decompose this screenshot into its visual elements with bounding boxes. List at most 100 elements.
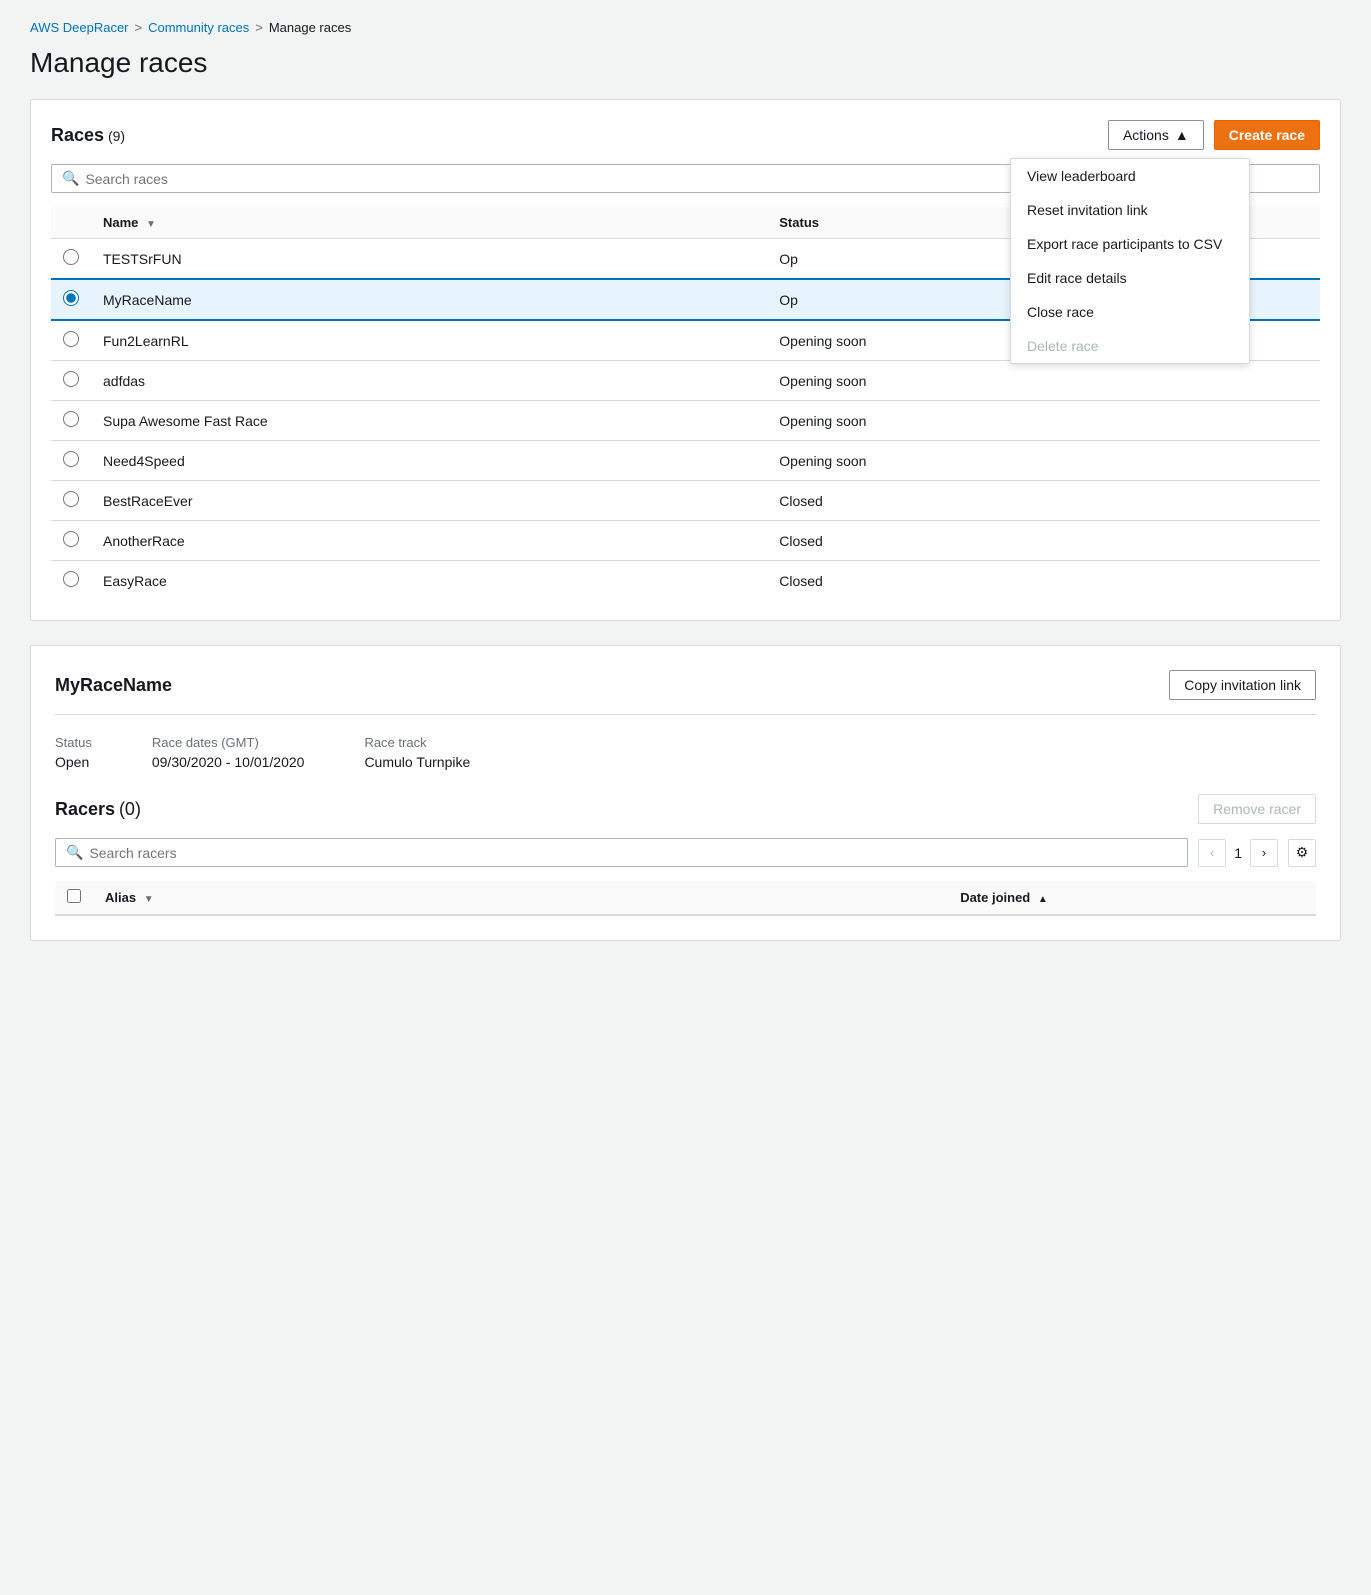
- row-radio-cell: [51, 481, 91, 521]
- pagination: ‹ 1 ›: [1198, 839, 1278, 867]
- dropdown-delete-race: Delete race: [1011, 329, 1249, 363]
- breadcrumb-sep2: >: [255, 20, 263, 35]
- row-name: adfdas: [91, 361, 767, 401]
- copy-invitation-button[interactable]: Copy invitation link: [1169, 670, 1316, 700]
- row-radio[interactable]: [63, 290, 79, 306]
- racers-count: (0): [119, 799, 141, 819]
- actions-button[interactable]: Actions ▲: [1108, 120, 1204, 150]
- alias-sort-icon: ▼: [144, 894, 154, 905]
- row-name: MyRaceName: [91, 279, 767, 320]
- detail-meta: Status Open Race dates (GMT) 09/30/2020 …: [55, 735, 1316, 770]
- col-alias-header[interactable]: Alias ▼: [93, 881, 948, 915]
- row-status: Opening soon: [767, 401, 1320, 441]
- actions-arrow-icon: ▲: [1175, 127, 1189, 143]
- row-radio-cell: [51, 521, 91, 561]
- races-card-title: Races (9): [51, 125, 125, 146]
- table-row[interactable]: AnotherRaceClosed: [51, 521, 1320, 561]
- pagination-next[interactable]: ›: [1250, 839, 1278, 867]
- racers-search-input[interactable]: [89, 845, 1177, 861]
- racers-header: Racers (0) Remove racer: [55, 794, 1316, 824]
- row-radio-cell: [51, 279, 91, 320]
- row-radio-cell: [51, 401, 91, 441]
- row-name: Fun2LearnRL: [91, 320, 767, 361]
- racers-search-icon: 🔍: [66, 844, 83, 861]
- meta-track: Race track Cumulo Turnpike: [364, 735, 470, 770]
- col-checkbox-header: [55, 881, 93, 915]
- dates-label: Race dates (GMT): [152, 735, 305, 750]
- status-value: Open: [55, 754, 89, 770]
- page-number: 1: [1234, 845, 1242, 861]
- table-row[interactable]: Need4SpeedOpening soon: [51, 441, 1320, 481]
- racers-title: Racers: [55, 799, 115, 819]
- breadcrumb-sep1: >: [135, 20, 143, 35]
- row-radio-cell: [51, 441, 91, 481]
- settings-button[interactable]: ⚙: [1288, 839, 1316, 867]
- name-sort-icon: ▼: [146, 219, 156, 230]
- row-radio[interactable]: [63, 411, 79, 427]
- row-name: Need4Speed: [91, 441, 767, 481]
- dropdown-edit-details[interactable]: Edit race details: [1011, 261, 1249, 295]
- row-status: Closed: [767, 561, 1320, 601]
- pagination-prev[interactable]: ‹: [1198, 839, 1226, 867]
- row-radio-cell: [51, 361, 91, 401]
- col-radio-header: [51, 207, 91, 239]
- races-title-text: Races: [51, 125, 104, 145]
- create-race-label: Create race: [1229, 127, 1305, 143]
- row-radio-cell: [51, 239, 91, 280]
- dropdown-export-csv[interactable]: Export race participants to CSV: [1011, 227, 1249, 261]
- col-date-header[interactable]: Date joined ▲: [948, 881, 1316, 915]
- track-label: Race track: [364, 735, 470, 750]
- track-value: Cumulo Turnpike: [364, 754, 470, 770]
- row-status: Closed: [767, 521, 1320, 561]
- select-all-checkbox[interactable]: [67, 889, 81, 903]
- breadcrumb-root[interactable]: AWS DeepRacer: [30, 20, 129, 35]
- header-actions: Actions ▲ View leaderboard Reset invitat…: [1108, 120, 1320, 150]
- status-label: Status: [55, 735, 92, 750]
- table-row[interactable]: Supa Awesome Fast RaceOpening soon: [51, 401, 1320, 441]
- row-radio[interactable]: [63, 451, 79, 467]
- table-row[interactable]: EasyRaceClosed: [51, 561, 1320, 601]
- detail-title: MyRaceName: [55, 675, 172, 696]
- dates-value: 09/30/2020 - 10/01/2020: [152, 754, 305, 770]
- races-card-header: Races (9) Actions ▲ View leaderboard Res…: [51, 120, 1320, 150]
- row-status: Opening soon: [767, 361, 1320, 401]
- date-sort-icon: ▲: [1038, 894, 1048, 905]
- breadcrumb-community[interactable]: Community races: [148, 20, 249, 35]
- row-name: Supa Awesome Fast Race: [91, 401, 767, 441]
- row-name: EasyRace: [91, 561, 767, 601]
- races-count: (9): [108, 128, 125, 144]
- row-name: TESTSrFUN: [91, 239, 767, 280]
- row-radio[interactable]: [63, 249, 79, 265]
- row-radio[interactable]: [63, 531, 79, 547]
- search-icon: 🔍: [62, 170, 79, 187]
- racers-search-row: 🔍 ‹ 1 › ⚙: [55, 838, 1316, 867]
- races-card: Races (9) Actions ▲ View leaderboard Res…: [30, 99, 1341, 621]
- actions-dropdown: View leaderboard Reset invitation link E…: [1010, 158, 1250, 364]
- row-name: BestRaceEver: [91, 481, 767, 521]
- row-radio[interactable]: [63, 371, 79, 387]
- row-status: Closed: [767, 481, 1320, 521]
- row-name: AnotherRace: [91, 521, 767, 561]
- row-status: Opening soon: [767, 441, 1320, 481]
- detail-card: MyRaceName Copy invitation link Status O…: [30, 645, 1341, 941]
- breadcrumb: AWS DeepRacer > Community races > Manage…: [30, 20, 1341, 35]
- row-radio[interactable]: [63, 571, 79, 587]
- dropdown-view-leaderboard[interactable]: View leaderboard: [1011, 159, 1249, 193]
- table-row[interactable]: BestRaceEverClosed: [51, 481, 1320, 521]
- meta-dates: Race dates (GMT) 09/30/2020 - 10/01/2020: [152, 735, 305, 770]
- meta-status: Status Open: [55, 735, 92, 770]
- row-radio[interactable]: [63, 331, 79, 347]
- dropdown-reset-invitation[interactable]: Reset invitation link: [1011, 193, 1249, 227]
- breadcrumb-current: Manage races: [269, 20, 351, 35]
- dropdown-close-race[interactable]: Close race: [1011, 295, 1249, 329]
- racers-table: Alias ▼ Date joined ▲: [55, 881, 1316, 916]
- create-race-button[interactable]: Create race: [1214, 120, 1320, 150]
- actions-label: Actions: [1123, 127, 1169, 143]
- racers-title-group: Racers (0): [55, 799, 141, 820]
- col-name-header[interactable]: Name ▼: [91, 207, 767, 239]
- row-radio-cell: [51, 320, 91, 361]
- table-row[interactable]: adfdasOpening soon: [51, 361, 1320, 401]
- racers-search-box: 🔍: [55, 838, 1188, 867]
- row-radio[interactable]: [63, 491, 79, 507]
- detail-header: MyRaceName Copy invitation link: [55, 670, 1316, 715]
